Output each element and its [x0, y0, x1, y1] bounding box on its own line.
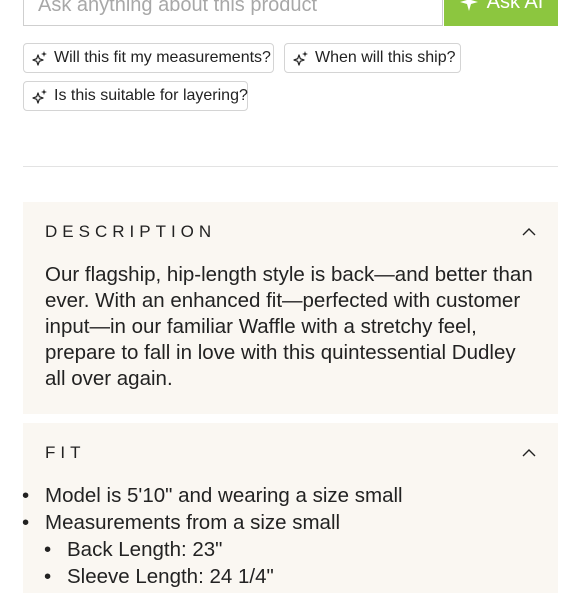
sparkle-icon: [32, 89, 47, 104]
description-title: DESCRIPTION: [45, 222, 217, 241]
description-header[interactable]: DESCRIPTION: [23, 202, 558, 262]
suggestion-chip-ship[interactable]: When will this ship?: [284, 43, 461, 73]
description-text: Our flagship, hip-length style is back—a…: [45, 263, 533, 390]
divider: [23, 166, 558, 167]
suggestion-chip-layering[interactable]: Is this suitable for layering?: [23, 81, 248, 111]
description-section: DESCRIPTION Our flagship, hip-length sty…: [23, 202, 558, 414]
suggestion-chip-label: Will this fit my measurements?: [54, 49, 271, 66]
suggestion-chip-label: When will this ship?: [315, 49, 456, 66]
nested-list-container: Back Length: 23" Sleeve Length: 24 1/4": [22, 536, 403, 590]
list-item-label: Measurements from a size small: [45, 511, 341, 534]
list-item: Measurements from a size small: [22, 509, 403, 536]
sparkle-icon: [459, 0, 478, 11]
fit-list: Model is 5'10" and wearing a size small …: [22, 482, 403, 590]
ask-ai-button[interactable]: Ask AI: [444, 0, 558, 26]
list-item: Model is 5'10" and wearing a size small: [22, 482, 403, 509]
list-item: Sleeve Length: 24 1/4": [22, 563, 403, 590]
ask-ai-bar: Ask AI: [23, 0, 558, 28]
fit-header[interactable]: FIT: [23, 423, 558, 483]
fit-sublist: Back Length: 23" Sleeve Length: 24 1/4": [22, 536, 403, 590]
ask-input-container[interactable]: [23, 0, 443, 26]
suggestion-chip-fit[interactable]: Will this fit my measurements?: [23, 43, 274, 73]
sparkle-icon: [32, 51, 47, 66]
ask-input[interactable]: [36, 0, 440, 20]
ask-ai-button-label: Ask AI: [486, 0, 544, 13]
sparkle-icon: [293, 51, 308, 66]
fit-title: FIT: [45, 443, 86, 462]
chevron-up-icon[interactable]: [522, 227, 536, 237]
list-item: Back Length: 23": [22, 536, 403, 563]
suggestion-chip-label: Is this suitable for layering?: [54, 87, 248, 104]
chevron-up-icon[interactable]: [522, 448, 536, 458]
